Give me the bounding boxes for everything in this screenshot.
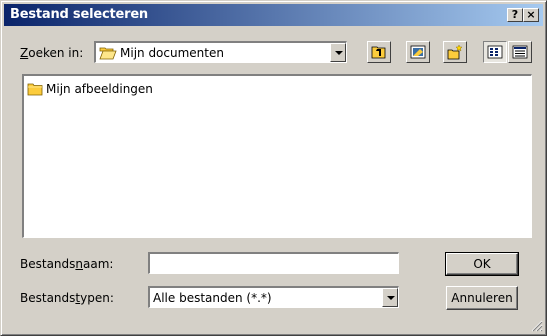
close-icon: × (526, 8, 536, 21)
details-view-icon (512, 45, 528, 59)
list-view-icon (487, 45, 503, 59)
filetype-combo[interactable]: Alle bestanden (*.*) (148, 286, 399, 308)
file-list[interactable]: Mijn afbeeldingen (22, 74, 532, 238)
title-bar: Bestand selecteren ? × (4, 4, 543, 26)
details-view-button[interactable] (508, 41, 532, 63)
lookin-value: Mijn documenten (120, 46, 224, 60)
window-title: Bestand selecteren (10, 7, 148, 22)
list-item[interactable]: Mijn afbeeldingen (27, 81, 153, 97)
up-folder-icon (371, 46, 386, 59)
desktop-icon (410, 45, 426, 59)
filetype-dropdown-button[interactable] (382, 288, 398, 307)
new-folder-button[interactable] (443, 41, 467, 63)
filename-label: Bestandsnaam: (20, 257, 114, 271)
lookin-label: Zoeken in: (20, 46, 84, 60)
filetype-value: Alle bestanden (*.*) (153, 291, 272, 305)
filename-input[interactable] (148, 252, 399, 274)
folder-icon (27, 83, 43, 96)
lookin-dropdown-button[interactable] (330, 43, 346, 62)
resize-grip-icon[interactable] (531, 320, 543, 332)
cancel-button[interactable]: Annuleren (446, 286, 518, 310)
desktop-button[interactable] (406, 41, 430, 63)
list-view-button[interactable] (483, 41, 507, 63)
help-button[interactable]: ? (507, 8, 523, 22)
close-button[interactable]: × (523, 8, 539, 22)
new-folder-icon (447, 44, 463, 60)
file-dialog: Bestand selecteren ? × Zoeken in: Mijn d… (0, 0, 547, 336)
filetype-label: Bestandstypen: (20, 291, 114, 305)
lookin-combo[interactable]: Mijn documenten (94, 41, 347, 63)
list-item-label: Mijn afbeeldingen (46, 82, 153, 96)
folder-open-icon (99, 47, 117, 60)
ok-button[interactable]: OK (445, 252, 519, 276)
up-folder-button[interactable] (367, 41, 391, 63)
